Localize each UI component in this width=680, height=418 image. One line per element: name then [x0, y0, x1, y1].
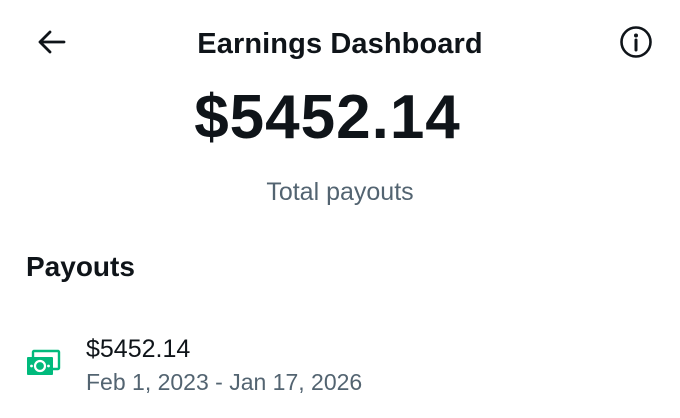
- page-title: Earnings Dashboard: [197, 28, 483, 60]
- cash-icon: [25, 349, 61, 379]
- total-payout-amount: $5452.14: [194, 83, 461, 152]
- payout-date-range: Feb 1, 2023 - Jan 17, 2026: [86, 369, 363, 395]
- payout-list-item[interactable]: $5452.14 Feb 1, 2023 - Jan 17, 2026: [0, 326, 680, 404]
- payout-amount: $5452.14: [86, 335, 191, 363]
- earnings-dashboard-screen: Earnings Dashboard $5452.14 Total payout…: [0, 0, 680, 418]
- info-button[interactable]: [612, 22, 660, 66]
- info-circle-icon: [619, 25, 653, 64]
- payouts-section-title: Payouts: [26, 251, 135, 282]
- total-payout-label: Total payouts: [266, 178, 414, 206]
